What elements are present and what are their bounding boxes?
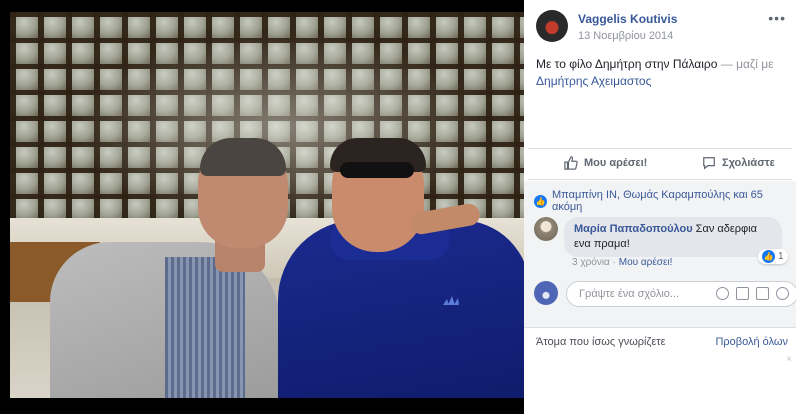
post-side-panel: Vaggelis Koutivis 13 Νοεμβρίου 2014 ••• … <box>524 0 796 414</box>
composer-icons <box>716 287 789 300</box>
shirt-logo-icon <box>443 296 459 305</box>
commenter-avatar[interactable] <box>534 217 558 241</box>
current-user-avatar <box>534 281 558 305</box>
comment-composer: Γράψτε ένα σχόλιο... <box>534 281 796 307</box>
comments-section: 👍 Μπαμπίνη ΙΝ, Θωμάς Καραμπούλης και 65 … <box>524 181 796 414</box>
caption-text: Με το φίλο Δημήτρη στην Πάλαιρο <box>536 57 718 71</box>
pymk-title: Άτομα που ίσως γνωρίζετε <box>536 336 666 348</box>
comment-input[interactable]: Γράψτε ένα σχόλιο... <box>566 281 796 307</box>
author-name[interactable]: Vaggelis Koutivis <box>578 12 677 26</box>
reactions-summary[interactable]: 👍 Μπαμπίνη ΙΝ, Θωμάς Καραμπούλης και 65 … <box>534 189 796 213</box>
photo-person-left-hair <box>200 138 286 176</box>
camera-icon[interactable] <box>736 287 749 300</box>
like-label: Μου αρέσει! <box>584 157 648 169</box>
commenter-name[interactable]: Μαρία Παπαδοπούλου <box>574 223 693 235</box>
thumbs-up-icon <box>564 156 578 170</box>
post-caption: Με το φίλο Δημήτρη στην Πάλαιρο — μαζί μ… <box>536 56 786 90</box>
comment-meta: 3 χρόνια · Μου αρέσει! <box>572 257 672 268</box>
photo-person-left-shirt <box>165 257 245 398</box>
sticker-icon[interactable] <box>776 287 789 300</box>
post-header: Vaggelis Koutivis 13 Νοεμβρίου 2014 ••• <box>536 10 786 46</box>
comment-reaction-count: 1 <box>778 251 784 262</box>
people-you-may-know: Άτομα που ίσως γνωρίζετε Προβολή όλων × <box>524 327 796 414</box>
post-date[interactable]: 13 Νοεμβρίου 2014 <box>578 30 673 42</box>
photo-viewer <box>0 0 524 414</box>
tagged-person-link[interactable]: Δημήτρης Αχειμαστος <box>536 74 651 88</box>
comment-label: Σχολιάστε <box>722 157 775 169</box>
like-button[interactable]: Μου αρέσει! <box>564 156 647 170</box>
comment-input-placeholder: Γράψτε ένα σχόλιο... <box>579 288 680 300</box>
comment-button[interactable]: Σχολιάστε <box>702 156 775 170</box>
comment-bubble: Μαρία Παπαδοπούλου Σαν αδερφια ενα πραμα… <box>564 217 782 257</box>
like-reaction-icon: 👍 <box>762 250 775 263</box>
author-avatar[interactable] <box>536 10 568 42</box>
caption-with: — μαζί με <box>717 57 774 71</box>
post-photo[interactable] <box>10 12 524 398</box>
gif-icon[interactable] <box>756 287 769 300</box>
comment-icon <box>703 157 715 170</box>
comment-meta-separator: · <box>609 257 619 268</box>
emoji-icon[interactable] <box>716 287 729 300</box>
comment-time[interactable]: 3 χρόνια <box>572 257 610 268</box>
close-icon[interactable]: × <box>786 354 792 365</box>
photo-person-right-sunglasses <box>340 162 414 178</box>
reactions-summary-text[interactable]: Μπαμπίνη ΙΝ, Θωμάς Καραμπούλης και 65 ακ… <box>552 189 796 213</box>
comment-reactions[interactable]: 👍 1 <box>758 249 788 264</box>
comment-like-link[interactable]: Μου αρέσει! <box>619 257 673 268</box>
like-reaction-icon: 👍 <box>534 194 547 208</box>
pymk-see-all-link[interactable]: Προβολή όλων <box>715 336 788 348</box>
more-options-icon[interactable]: ••• <box>768 10 786 26</box>
post-actions: Μου αρέσει! Σχολιάστε <box>528 148 792 180</box>
